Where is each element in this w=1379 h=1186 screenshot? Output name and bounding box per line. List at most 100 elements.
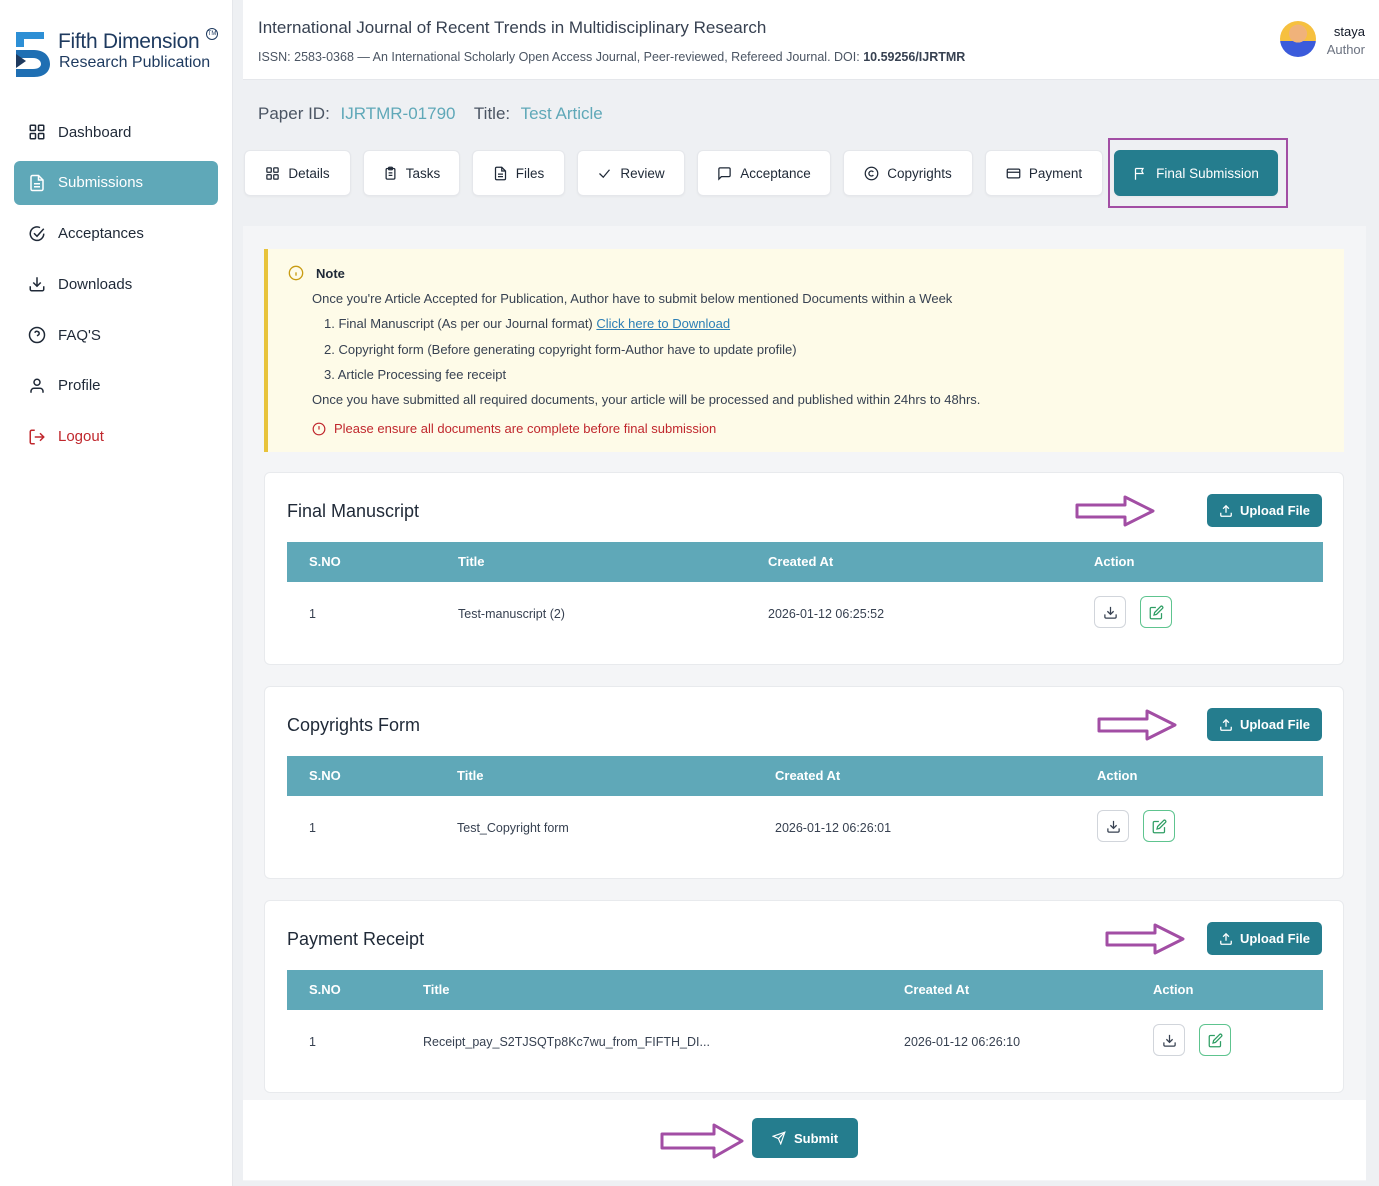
sidebar-item-label: Dashboard: [58, 123, 132, 141]
tab-label: Payment: [1028, 165, 1083, 181]
section-title: Payment Receipt: [287, 929, 425, 949]
column-header: Action: [1094, 554, 1135, 569]
edit-icon: [1152, 819, 1166, 833]
sidebar-item-logout[interactable]: Logout: [14, 415, 218, 459]
edit-button[interactable]: [1199, 1024, 1231, 1056]
cell-sno: 1: [309, 821, 316, 835]
download-icon: [29, 277, 45, 292]
tab-tasks[interactable]: Tasks: [363, 150, 460, 196]
cell-title: Test_Copyright form: [457, 821, 569, 835]
cell-title: Test-manuscript (2): [458, 607, 565, 621]
edit-button[interactable]: [1140, 596, 1172, 628]
column-header: Created At: [775, 768, 841, 783]
brand-logo[interactable]: Fifth Dimension Research Publication TM: [12, 26, 222, 86]
note-item-1: 1. Final Manuscript (As per our Journal …: [324, 316, 730, 331]
tab-payment[interactable]: Payment: [985, 150, 1103, 196]
download-icon: [1162, 1034, 1176, 1047]
sidebar-item-submissions[interactable]: Submissions: [14, 160, 218, 205]
sidebar-item-profile[interactable]: Profile: [14, 364, 218, 408]
note-warning: Please ensure all documents are complete…: [312, 421, 716, 436]
cell-created-at: 2026-01-12 06:25:52: [768, 607, 885, 621]
journal-doi: 10.59256/IJRTMR: [863, 50, 966, 64]
sidebar-item-downloads[interactable]: Downloads: [14, 262, 218, 306]
sidebar-item-label: FAQ'S: [58, 326, 101, 344]
cell-created-at: 2026-01-12 06:26:01: [775, 821, 892, 835]
payment-receipt-card: Payment Receipt Upload File S.NO Title C…: [264, 900, 1344, 1093]
sidebar-item-faqs[interactable]: FAQ'S: [14, 313, 218, 357]
grid-icon: [29, 124, 45, 140]
column-header: Created At: [768, 554, 834, 569]
download-button[interactable]: [1153, 1024, 1185, 1056]
card-icon: [1006, 168, 1021, 178]
note-item-2: 2. Copyright form (Before generating cop…: [324, 342, 797, 357]
note-item-3: 3. Article Processing fee receipt: [324, 367, 507, 382]
journal-subtitle: ISSN: 2583-0368 — An International Schol…: [258, 50, 965, 64]
submit-button[interactable]: Submit: [752, 1118, 858, 1158]
note-warning-text: Please ensure all documents are complete…: [334, 421, 717, 436]
section-title: Copyrights Form: [287, 715, 421, 735]
column-header: S.NO: [309, 554, 341, 569]
user-name[interactable]: staya: [1334, 24, 1365, 39]
sidebar-item-acceptances[interactable]: Acceptances: [14, 212, 218, 256]
check-circle-icon: [29, 225, 45, 241]
trademark-badge: TM: [206, 28, 218, 40]
upload-file-button[interactable]: Upload File: [1207, 708, 1322, 741]
upload-file-button[interactable]: Upload File: [1207, 494, 1322, 527]
download-format-link[interactable]: Click here to Download: [596, 316, 730, 331]
copyright-icon: [864, 166, 879, 180]
final-manuscript-card: Final Manuscript Upload File S.NO Title …: [264, 472, 1344, 665]
column-header: S.NO: [309, 982, 341, 997]
annotation-arrow-icon: [1105, 923, 1185, 955]
edit-icon: [1208, 1033, 1222, 1047]
sidebar-item-dashboard[interactable]: Dashboard: [14, 110, 218, 154]
tab-copyrights[interactable]: Copyrights: [843, 150, 973, 196]
brand-name-line1: Fifth Dimension: [58, 30, 200, 53]
column-header: S.NO: [309, 768, 341, 783]
note-heading-text: Note: [316, 265, 345, 281]
sidebar-item-label: Logout: [58, 428, 104, 446]
column-header: Title: [423, 982, 450, 997]
tab-label: Acceptance: [740, 165, 811, 181]
upload-file-label: Upload File: [1239, 717, 1311, 732]
grid-icon: [266, 166, 280, 180]
journal-title: International Journal of Recent Trends i…: [258, 18, 767, 37]
annotation-arrow-icon: [1075, 495, 1155, 527]
journal-issn-text: ISSN: 2583-0368 — An International Schol…: [258, 50, 864, 64]
avatar[interactable]: [1280, 21, 1316, 57]
edit-icon: [1149, 605, 1163, 619]
note-outro: Once you have submitted all required doc…: [312, 392, 981, 407]
download-button[interactable]: [1094, 596, 1126, 628]
send-icon: [771, 1131, 786, 1145]
paper-title-label: Title:: [473, 104, 511, 123]
clipboard-icon: [385, 166, 396, 180]
upload-file-button[interactable]: Upload File: [1207, 922, 1322, 955]
edit-button[interactable]: [1143, 810, 1175, 842]
annotation-arrow-icon: [1097, 709, 1177, 741]
submit-label: Submit: [793, 1130, 839, 1146]
tab-files[interactable]: Files: [472, 150, 565, 196]
annotation-arrow-icon: [660, 1123, 744, 1159]
table-header: S.NO Title Created At Action: [287, 756, 1323, 796]
upload-icon: [1220, 504, 1232, 517]
top-header: International Journal of Recent Trends i…: [243, 0, 1379, 80]
column-header: Title: [457, 768, 484, 783]
download-button[interactable]: [1097, 810, 1129, 842]
paper-info: Paper ID: IJRTMR-01790 Title: Test Artic…: [258, 104, 617, 124]
tab-review[interactable]: Review: [577, 150, 685, 196]
download-icon: [1106, 820, 1120, 833]
sidebar-nav: Dashboard Submissions Acceptances Downlo…: [14, 110, 218, 466]
logo-mark-icon: [16, 32, 50, 77]
tab-label: Files: [515, 165, 545, 181]
paper-title-value: Test Article: [520, 104, 603, 123]
question-circle-icon: [28, 326, 46, 344]
tab-acceptance[interactable]: Acceptance: [697, 150, 831, 196]
sidebar: Fifth Dimension Research Publication TM …: [0, 0, 233, 1186]
alert-circle-icon: [312, 422, 326, 435]
user-icon: [30, 378, 44, 393]
document-icon: [30, 174, 44, 192]
upload-icon: [1220, 718, 1232, 731]
column-header: Action: [1097, 768, 1138, 783]
message-icon: [718, 166, 731, 181]
tab-details[interactable]: Details: [244, 150, 351, 196]
cell-sno: 1: [309, 607, 316, 621]
